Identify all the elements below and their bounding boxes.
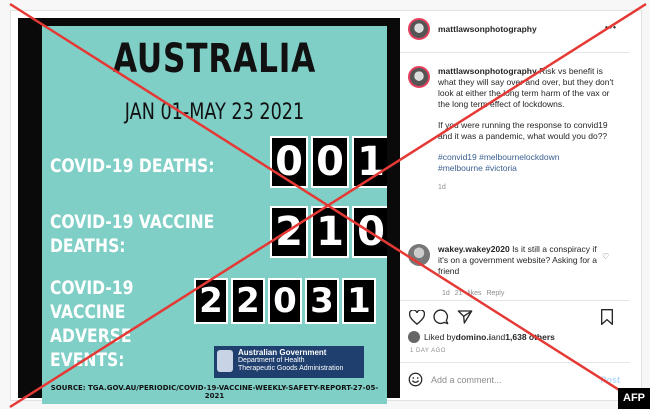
share-icon[interactable] [456,308,474,326]
commenter-username[interactable]: wakey.wakey2020 [438,244,510,254]
caption: mattlawsonphotography Risk vs benefit is… [408,66,620,193]
caption-time: 1d [438,184,446,191]
more-options-icon[interactable]: ••• [605,22,617,32]
comment-like-heart-icon[interactable]: ♡ [602,252,609,261]
divider [400,300,630,301]
reply-link[interactable]: Reply [486,290,504,297]
comment-icon[interactable] [432,308,450,326]
digit: 2 [270,206,308,258]
digit: 0 [311,136,349,188]
poster-title: AUSTRALIA [112,36,317,82]
government-logo: Australian Government Department of Heal… [214,346,364,378]
vaccine-deaths-counter: 2 1 0 [270,206,387,258]
digit: 0 [270,136,308,188]
poster: AUSTRALIA JAN 01-MAY 23 2021 COVID-19 DE… [42,26,387,404]
header-username[interactable]: mattlawsonphotography [438,24,537,34]
caption-avatar[interactable] [408,66,430,88]
action-bar [408,308,622,326]
digit: 1 [342,278,376,324]
hashtag-link[interactable]: #convid19 #melbournelockdown [438,152,620,163]
post-button[interactable]: Post [600,375,620,385]
instagram-panel: mattlawsonphotography ••• mattlawsonphot… [400,8,630,398]
poster-dates: JAN 01-MAY 23 2021 [124,100,305,125]
comment: wakey.wakey2020 Is it still a conspiracy… [408,244,620,277]
stat-label-vaccine-deaths: COVID-19 VACCINE DEATHS: [50,211,215,257]
commenter-avatar[interactable] [408,244,430,266]
digit: 3 [305,278,339,324]
digit: 2 [194,278,228,324]
deaths-counter: 0 0 1 [270,136,387,188]
others-link[interactable]: 1,638 others [505,332,555,342]
stat-label-adverse-events: COVID-19 VACCINE ADVERSE EVENTS: [50,277,134,371]
hashtags: #convid19 #melbournelockdown #melbourne … [438,152,620,174]
divider [400,52,630,53]
hashtag-link[interactable]: #melbourne #victoria [438,163,620,174]
comment-bar: Post [408,370,622,390]
afp-watermark: AFP [618,388,650,409]
digit: 2 [231,278,265,324]
comment-likes[interactable]: 21 likes [455,290,482,297]
caption-username[interactable]: mattlawsonphotography [438,66,537,76]
digit: 0 [352,206,387,258]
avatar[interactable] [408,18,430,40]
liker-avatar [408,331,420,343]
digit: 1 [352,136,387,188]
poster-source: SOURCE: TGA.GOV.AU/PERIODIC/COVID-19-VAC… [50,384,379,400]
adverse-events-counter: 2 2 0 3 1 [194,278,376,324]
comment-meta: 1d 21 likes Reply [442,290,505,297]
comment-input[interactable] [429,374,583,386]
post-header: mattlawsonphotography [408,18,537,40]
liker-username[interactable]: domino.i [456,332,491,342]
crest-icon [217,350,233,372]
post-age: 1 DAY AGO [410,348,446,354]
bookmark-icon[interactable] [598,308,616,326]
digit: 0 [268,278,302,324]
stat-label-deaths: COVID-19 DEATHS: [50,155,215,177]
caption-text-2: If you were running the response to conv… [438,120,608,141]
post-image: AUSTRALIA JAN 01-MAY 23 2021 COVID-19 DE… [18,18,400,404]
divider [400,362,630,363]
like-heart-icon[interactable] [408,308,426,326]
liked-by: Liked by domino.i and 1,638 others [408,331,555,343]
digit: 1 [311,206,349,258]
emoji-icon[interactable] [408,372,423,389]
